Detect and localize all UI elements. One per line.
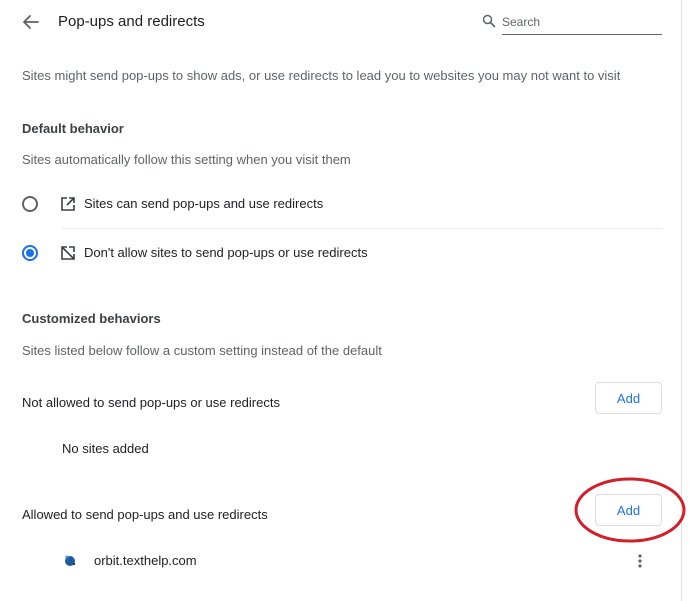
site-domain: orbit.texthelp.com: [94, 553, 197, 568]
radio-option-allow[interactable]: Sites can send pop-ups and use redirects: [22, 196, 662, 216]
intro-text: Sites might send pop-ups to show ads, or…: [22, 68, 621, 83]
blocked-section-label: Not allowed to send pop-ups or use redir…: [22, 395, 280, 410]
allowed-section-label: Allowed to send pop-ups and use redirect…: [22, 507, 268, 522]
annotation-highlight-circle: [574, 477, 686, 543]
no-sites-text: No sites added: [62, 441, 149, 456]
radio-allow[interactable]: [22, 196, 38, 212]
search-input[interactable]: [502, 12, 662, 32]
popup-blocked-icon: [60, 245, 76, 261]
site-favicon-icon: [62, 553, 78, 569]
default-behavior-heading: Default behavior: [22, 121, 124, 136]
customized-behaviors-description: Sites listed below follow a custom setti…: [22, 343, 382, 358]
more-actions-icon[interactable]: [630, 551, 650, 571]
settings-card: Pop-ups and redirects Sites might send p…: [0, 0, 686, 601]
customized-behaviors-heading: Customized behaviors: [22, 311, 161, 326]
back-arrow-icon[interactable]: [20, 12, 42, 32]
radio-allow-label: Sites can send pop-ups and use redirects: [84, 196, 324, 211]
search-icon: [482, 14, 496, 28]
add-blocked-site-button[interactable]: Add: [595, 382, 662, 414]
radio-block[interactable]: [22, 245, 38, 261]
divider: [62, 228, 662, 229]
site-row[interactable]: orbit.texthelp.com: [22, 545, 662, 575]
radio-block-label: Don't allow sites to send pop-ups or use…: [84, 245, 368, 260]
radio-option-block[interactable]: Don't allow sites to send pop-ups or use…: [22, 245, 662, 265]
page-title: Pop-ups and redirects: [58, 13, 205, 30]
default-behavior-description: Sites automatically follow this setting …: [22, 152, 351, 167]
open-in-new-icon: [60, 196, 76, 212]
search-field: [502, 10, 662, 35]
